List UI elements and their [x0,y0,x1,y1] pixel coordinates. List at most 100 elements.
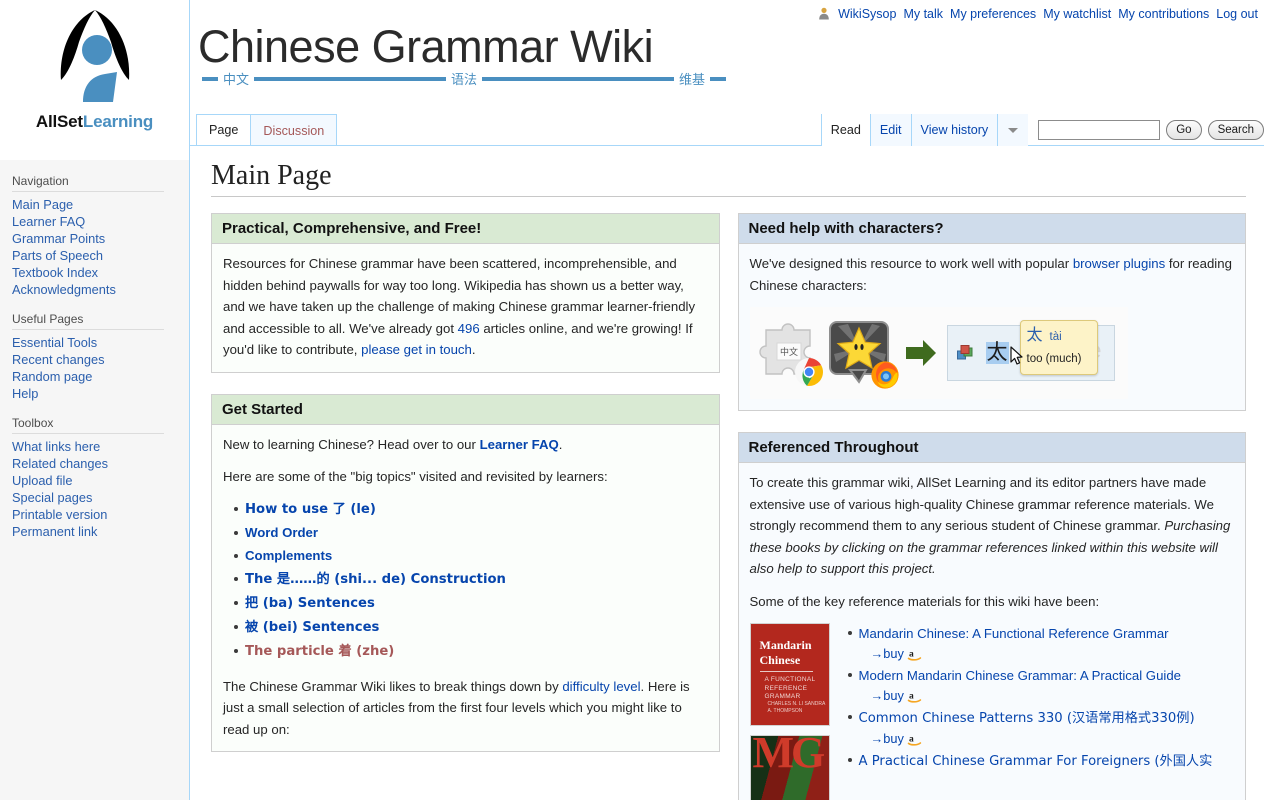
tab-page[interactable]: Page [196,114,252,146]
referenced-text-2: Some of the key reference materials for … [749,593,1100,609]
logo-word-learning: Learning [82,112,154,131]
grid-column-left: Practical, Comprehensive, and Free! Reso… [211,213,720,800]
list-item: 把 (ba) Sentences [234,593,708,617]
topic-link-bei-sentences[interactable]: 被 (bei) Sentences [245,620,379,635]
topic-link-word-order[interactable]: Word Order [245,525,318,540]
rule-segment [710,76,727,81]
tab-more-dropdown[interactable] [997,114,1029,146]
sidebar-item-permanent-link[interactable]: Permanent link [12,524,97,539]
sidebar-item-textbook-index[interactable]: Textbook Index [12,265,98,280]
topic-link-complements[interactable]: Complements [245,548,332,563]
topic-link-ba-sentences[interactable]: 把 (ba) Sentences [245,596,375,611]
wiki-page: AllSetLearning Navigation Main Page Lear… [0,0,1264,800]
buy-link-3[interactable]: →buy [871,731,904,746]
sidebar-item-special-pages[interactable]: Special pages [12,490,92,505]
sidebar-item-main-page[interactable]: Main Page [12,197,73,212]
firefox-icon [870,361,899,389]
card-characters-body: We've designed this resource to work wel… [739,244,1246,410]
site-title[interactable]: Chinese Grammar Wiki 中文 语法 维基 [198,22,730,88]
usernav-my-watchlist[interactable]: My watchlist [1043,7,1111,21]
sidebar-item-related-changes[interactable]: Related changes [12,456,108,471]
search-button[interactable]: Search [1207,120,1264,140]
browser-plugins-link[interactable]: browser plugins [1073,256,1165,271]
sidebar-list-toolbox: What links here Related changes Upload f… [12,438,189,540]
usernav-username[interactable]: WikiSysop [838,7,896,21]
tab-edit-label[interactable]: Edit [880,123,902,137]
plugin-tooltip: 太 tài too (much) [1019,320,1098,375]
demo-hanzi: 太 [985,340,1009,365]
list-item: Word Order [234,523,708,546]
usernav-my-preferences[interactable]: My preferences [950,7,1036,21]
list-item: The particle 着 (zhe) [234,641,708,665]
list-item: The 是……的 (shi... de) Construction [234,569,708,593]
site-title-cn-3: 维基 [679,73,706,88]
plugin-preview-pane: 太 ive 太 tài too (much) [946,320,1115,381]
tab-page-label: Page [209,123,239,137]
sidebar-item-essential-tools[interactable]: Essential Tools [12,335,97,350]
buy-link-1[interactable]: →buy [871,646,904,661]
book-link-modern-mandarin[interactable]: Modern Mandarin Chinese Grammar: A Pract… [859,668,1182,683]
green-arrow-icon [905,340,936,366]
tooltip-pinyin: tài [1049,331,1062,343]
cover-subtitle: A FUNCTIONAL REFERENCE GRAMMAR [764,676,816,700]
usernav-my-talk[interactable]: My talk [903,7,943,21]
amazon-icon[interactable]: a [907,647,922,661]
book-link-common-patterns[interactable]: Common Chinese Patterns 330 (汉语常用格式330例) [859,711,1195,726]
article-count-link[interactable]: 496 [458,321,480,336]
list-item: Parts of Speech [12,247,189,264]
site-logo[interactable]: AllSetLearning [0,0,189,160]
svg-text:a: a [909,735,914,745]
sidebar-item-printable-version[interactable]: Printable version [12,507,107,522]
topic-link-zhe-particle[interactable]: The particle 着 (zhe) [245,644,394,659]
book-link-mandarin-chinese[interactable]: Mandarin Chinese: A Functional Reference… [859,626,1169,641]
list-item: Complements [234,546,708,569]
card-referenced-heading: Referenced Throughout [738,433,1245,463]
book-link-practical-grammar[interactable]: A Practical Chinese Grammar For Foreigne… [859,754,1213,769]
usernav-my-contributions[interactable]: My contributions [1118,7,1209,21]
topic-link-le[interactable]: How to use 了 (le) [245,502,376,517]
topic-link-shi-de[interactable]: The 是……的 (shi... de) Construction [245,572,506,587]
book-cover-mandarin-chinese[interactable]: Mandarin Chinese A FUNCTIONAL REFERENCE … [749,623,830,726]
tab-view-history[interactable]: View history [910,114,998,146]
amazon-icon[interactable]: a [907,732,922,746]
namespace-tabs: Page Discussion [196,114,338,146]
sidebar-item-what-links-here[interactable]: What links here [12,439,100,454]
sidebar-item-random-page[interactable]: Random page [12,369,92,384]
sidebar-item-upload-file[interactable]: Upload file [12,473,72,488]
logo-wordmark: AllSetLearning [36,112,153,132]
tab-view-history-label[interactable]: View history [921,123,989,137]
search-input[interactable] [1038,120,1161,140]
tab-read[interactable]: Read [820,114,870,146]
card-get-started: Get Started New to learning Chinese? Hea… [211,393,720,752]
sidebar-heading-useful-pages: Useful Pages [12,312,164,330]
get-in-touch-link[interactable]: please get in touch [361,342,472,357]
list-item: Acknowledgments [12,281,189,298]
sidebar-item-recent-changes[interactable]: Recent changes [12,352,104,367]
search-go-button[interactable]: Go [1166,120,1202,140]
tab-discussion[interactable]: Discussion [250,114,338,146]
sidebar-item-acknowledgments[interactable]: Acknowledgments [12,282,116,297]
usernav-log-out[interactable]: Log out [1216,7,1258,21]
book-list: Mandarin Chinese: A Functional Reference… [843,623,1235,800]
rule-segment [202,76,218,81]
book-cover-modern-mandarin[interactable]: MG [749,735,830,800]
list-item: What links here [12,438,189,455]
buy-link-2[interactable]: →buy [871,688,904,703]
paragraph: The Chinese Grammar Wiki likes to break … [223,676,708,741]
tab-edit[interactable]: Edit [869,114,911,146]
tooltip-definition: too (much) [1026,352,1082,365]
card-characters-heading: Need help with characters? [738,214,1245,244]
difficulty-level-link[interactable]: difficulty level [562,679,640,694]
topic-list: How to use 了 (le) Word Order Complements… [223,499,708,665]
buy-line: →buy a [859,644,1235,664]
learner-faq-link[interactable]: Learner FAQ [480,437,559,452]
amazon-icon[interactable]: a [907,689,922,703]
paragraph: New to learning Chinese? Head over to ou… [223,434,708,456]
sidebar-item-help[interactable]: Help [12,386,38,401]
tab-discussion-label[interactable]: Discussion [263,124,324,138]
sidebar-item-learner-faq[interactable]: Learner FAQ [12,214,85,229]
tooltip-header-row: 太 tài [1027,324,1091,349]
sidebar-item-grammar-points[interactable]: Grammar Points [12,231,105,246]
card-practical-heading: Practical, Comprehensive, and Free! [212,214,719,244]
sidebar-item-parts-of-speech[interactable]: Parts of Speech [12,248,103,263]
